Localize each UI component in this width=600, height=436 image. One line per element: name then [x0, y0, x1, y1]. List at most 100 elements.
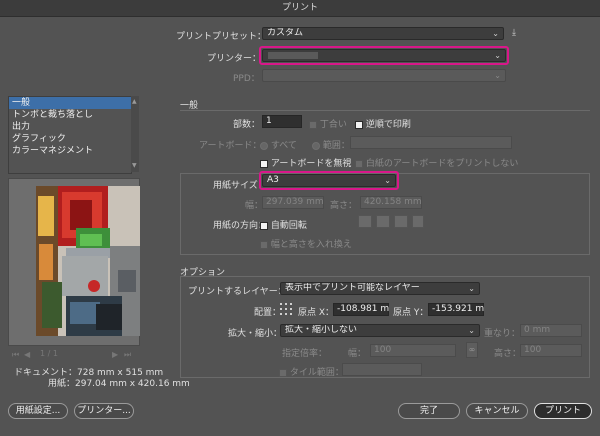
scale-value: 拡大・縮小しない	[285, 325, 358, 335]
layers-dropdown[interactable]: 表示中でプリント可能なレイヤー ⌄	[280, 282, 480, 295]
sidebar-item-output[interactable]: 出力	[9, 121, 131, 133]
ppd-dropdown: ⌄	[262, 69, 506, 82]
reverse-order-checkbox[interactable]	[355, 120, 363, 129]
landscape-icon[interactable]	[376, 215, 390, 228]
scale-dropdown[interactable]: 拡大・縮小しない ⌄	[280, 324, 480, 337]
sidebar-item-graphics[interactable]: グラフィック	[9, 133, 131, 145]
portrait-icon[interactable]	[358, 215, 372, 228]
sidebar-item-marks-bleed[interactable]: トンボと裁ち落とし	[9, 109, 131, 121]
print-button[interactable]: プリント	[534, 403, 592, 419]
transverse-row[interactable]: 幅と高さを入れ換え	[260, 237, 352, 250]
scroll-down-icon[interactable]: ▼	[132, 162, 137, 169]
origin-y-label: 原点 Y：	[393, 308, 429, 318]
copies-input[interactable]: 1	[262, 115, 302, 128]
printer-button[interactable]: プリンター...	[74, 403, 134, 419]
window-title: プリント	[0, 0, 600, 17]
sf-height-label: 高さ：	[494, 349, 522, 359]
artboard-label: アートボード：	[199, 141, 262, 151]
preset-dropdown[interactable]: カスタム ⌄	[262, 27, 504, 40]
height-label: 高さ：	[330, 201, 358, 211]
origin-x-label: 原点 X：	[298, 308, 335, 318]
tile-range-label: タイル範囲：	[289, 368, 344, 378]
reverse-order-label: 逆順で印刷	[365, 120, 411, 130]
printer-dropdown[interactable]: ⌄	[262, 49, 506, 62]
sf-width-label: 幅：	[348, 349, 367, 359]
chevron-down-icon: ⌄	[492, 29, 499, 38]
first-page-icon[interactable]: ⏮	[12, 350, 19, 360]
artboard-all-label: すべて	[270, 141, 297, 151]
section-divider	[180, 110, 590, 111]
sidebar-item-general[interactable]: 一般	[9, 97, 131, 109]
next-page-icon[interactable]: ▶	[112, 350, 118, 359]
paper-size-dropdown[interactable]: A3 ⌄	[262, 174, 396, 187]
page-setup-button[interactable]: 用紙設定...	[8, 403, 68, 419]
tile-range-row[interactable]: タイル範囲：	[279, 365, 344, 378]
width-input[interactable]: 297.039 mm	[262, 196, 324, 209]
artboard-range-input[interactable]	[350, 136, 512, 149]
auto-rotate-row[interactable]: 自動回転	[260, 218, 307, 231]
sidebar-item-color-management[interactable]: カラーマネジメント	[9, 145, 131, 157]
portrait-flipped-icon[interactable]	[394, 215, 408, 228]
preview-artwork	[36, 186, 140, 336]
landscape-flipped-icon[interactable]	[412, 215, 424, 228]
overlap-label: 重なり：	[484, 329, 521, 339]
artboard-all-row[interactable]: すべて	[260, 138, 297, 151]
skip-blank-label: 白紙のアートボードをプリントしない	[365, 159, 519, 169]
skip-blank-checkbox[interactable]	[355, 159, 363, 168]
paper-size-value: A3	[267, 175, 279, 185]
origin-x-input[interactable]: -108.981 m	[333, 303, 389, 316]
origin-y-input[interactable]: -153.921 m	[428, 303, 484, 316]
save-preset-icon[interactable]: ⤓	[512, 28, 516, 38]
artboard-range-label: 範囲：	[322, 141, 350, 151]
tile-range-input[interactable]	[342, 363, 422, 376]
paper-size-info-label: 用紙：297.04 mm x 420.16 mm	[48, 379, 190, 389]
collate-checkbox-row[interactable]: 丁合い	[309, 117, 347, 130]
chevron-down-icon: ⌄	[468, 326, 475, 335]
collate-checkbox[interactable]	[309, 120, 317, 129]
ignore-artboards-label: アートボードを無視	[270, 159, 352, 169]
scroll-up-icon[interactable]: ▲	[132, 98, 137, 105]
chevron-down-icon: ⌄	[494, 71, 501, 80]
chevron-down-icon: ⌄	[384, 176, 391, 185]
reference-point-icon[interactable]	[279, 302, 293, 316]
link-icon[interactable]: ∞	[466, 342, 478, 358]
auto-rotate-checkbox[interactable]	[260, 221, 268, 230]
chevron-down-icon: ⌄	[468, 284, 475, 293]
auto-rotate-label: 自動回転	[270, 221, 307, 231]
artboard-all-radio[interactable]	[260, 141, 268, 150]
scale-factor-label: 指定倍率：	[282, 349, 328, 359]
done-button[interactable]: 完了	[398, 403, 460, 419]
reverse-order-row[interactable]: 逆順で印刷	[355, 117, 411, 130]
last-page-icon[interactable]: ⏭	[124, 350, 131, 360]
preset-label: プリントプリセット：	[176, 32, 267, 42]
orientation-buttons	[358, 215, 424, 228]
preset-value: カスタム	[267, 28, 304, 38]
placement-label: 配置：	[254, 308, 282, 318]
overlap-input[interactable]: 0 mm	[520, 324, 582, 337]
prev-page-icon[interactable]: ◀	[24, 350, 30, 359]
redacted-printer-name	[268, 52, 318, 59]
tile-range-checkbox[interactable]	[279, 368, 287, 377]
cancel-button[interactable]: キャンセル	[466, 403, 528, 419]
layers-value: 表示中でプリント可能なレイヤー	[285, 283, 420, 293]
category-list: 一般 トンボと裁ち落とし 出力 グラフィック カラーマネジメント	[8, 96, 132, 174]
sf-width-input[interactable]: 100	[370, 344, 456, 357]
ppd-label: PPD：	[233, 74, 260, 84]
scale-label: 拡大・縮小：	[228, 329, 283, 339]
printer-label: プリンター：	[207, 54, 262, 64]
chevron-down-icon: ⌄	[494, 51, 501, 60]
orientation-label: 用紙の方向：	[213, 221, 268, 231]
ignore-artboards-row[interactable]: アートボードを無視	[260, 156, 351, 169]
copies-label: 部数：	[233, 120, 261, 130]
layers-label: プリントするレイヤー：	[188, 287, 287, 297]
list-scrollbar[interactable]: ▲ ▼	[131, 96, 139, 172]
transverse-checkbox[interactable]	[260, 240, 268, 249]
height-input[interactable]: 420.158 mm	[360, 196, 422, 209]
artboard-range-row[interactable]: 範囲：	[312, 138, 350, 151]
ignore-artboards-checkbox[interactable]	[260, 159, 268, 168]
preview-paper	[36, 186, 140, 336]
page-indicator: 1 / 1	[40, 349, 58, 358]
skip-blank-row[interactable]: 白紙のアートボードをプリントしない	[355, 156, 518, 169]
sf-height-input[interactable]: 100	[520, 344, 582, 357]
artboard-range-radio[interactable]	[312, 141, 320, 150]
